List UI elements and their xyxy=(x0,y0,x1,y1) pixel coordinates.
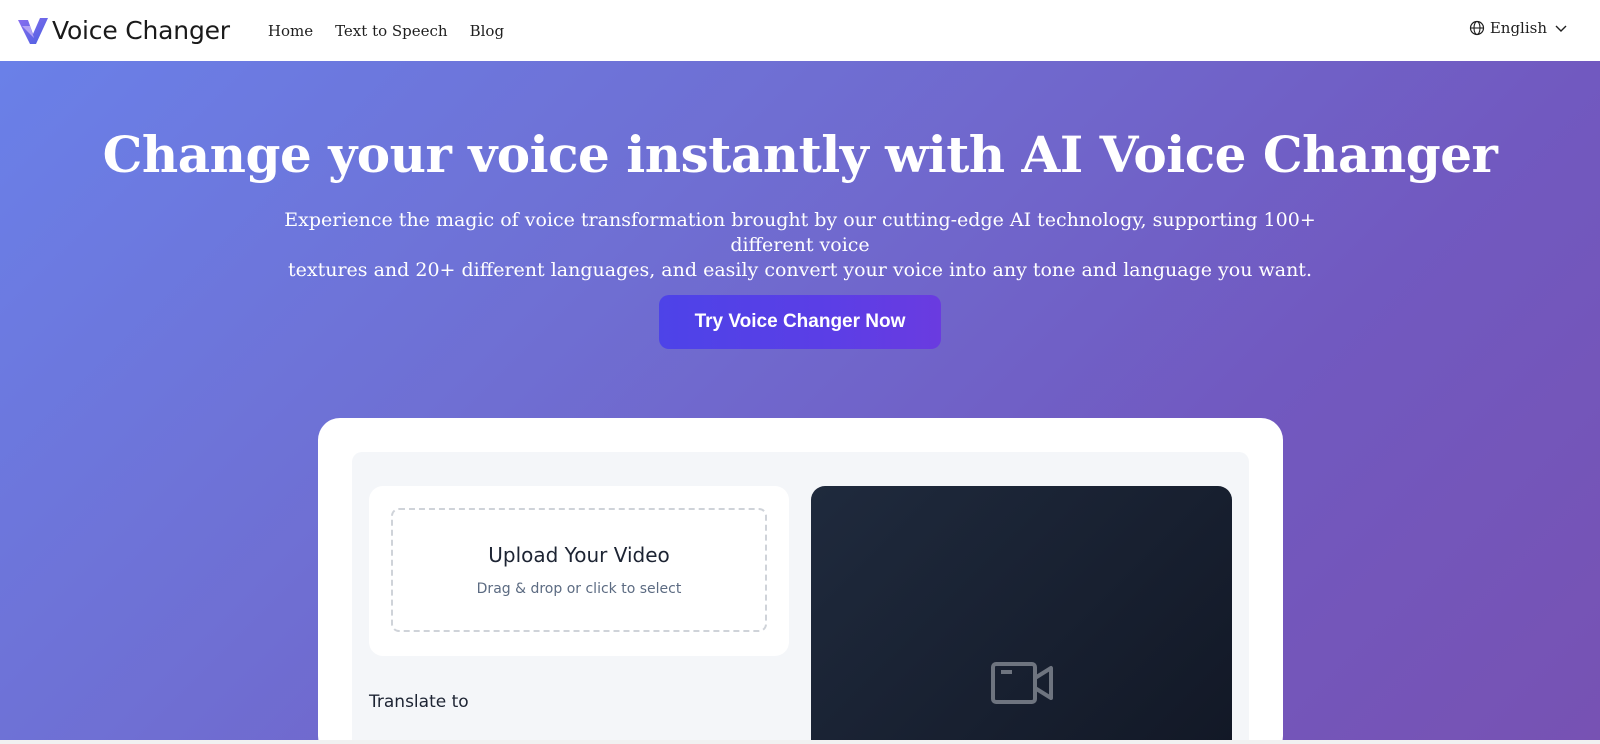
site-header: Voice Changer Home Text to Speech Blog E… xyxy=(0,0,1600,61)
upload-title: Upload Your Video xyxy=(488,543,670,567)
brand[interactable]: Voice Changer xyxy=(16,16,230,46)
hero-subtitle-line-2: textures and 20+ different languages, an… xyxy=(288,259,1312,281)
video-camera-icon xyxy=(991,662,1053,704)
nav-blog-link[interactable]: Blog xyxy=(470,22,504,40)
language-label: English xyxy=(1489,19,1547,37)
chevron-down-icon xyxy=(1555,25,1567,32)
main-nav: Home Text to Speech Blog xyxy=(268,22,526,40)
hero-title: Change your voice instantly with AI Voic… xyxy=(102,125,1498,184)
tool-panel: Upload Your Video Drag & drop or click t… xyxy=(352,452,1249,744)
tool-card: Upload Your Video Drag & drop or click t… xyxy=(318,418,1283,744)
page-bottom-edge xyxy=(0,740,1600,744)
globe-icon xyxy=(1469,20,1484,36)
video-preview xyxy=(811,486,1232,744)
nav-text-to-speech-link[interactable]: Text to Speech xyxy=(335,22,448,40)
language-selector[interactable]: English xyxy=(1469,19,1568,37)
voice-changer-logo-icon xyxy=(18,17,48,44)
upload-panel: Upload Your Video Drag & drop or click t… xyxy=(369,486,789,656)
brand-name: Voice Changer xyxy=(52,16,230,45)
hero-section: Change your voice instantly with AI Voic… xyxy=(0,61,1600,744)
hero-subtitle-line-1: Experience the magic of voice transforma… xyxy=(284,209,1316,256)
nav-home-link[interactable]: Home xyxy=(268,22,313,40)
try-voice-changer-button[interactable]: Try Voice Changer Now xyxy=(659,295,941,349)
hero-subtitle: Experience the magic of voice transforma… xyxy=(250,208,1350,283)
upload-hint: Drag & drop or click to select xyxy=(476,581,682,597)
translate-to-label: Translate to xyxy=(369,692,469,712)
video-dropzone[interactable]: Upload Your Video Drag & drop or click t… xyxy=(391,508,767,632)
